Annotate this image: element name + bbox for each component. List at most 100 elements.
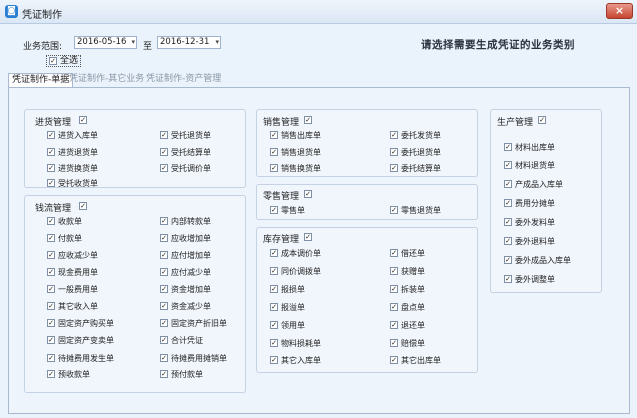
checkbox-icon: ✓	[160, 336, 168, 344]
group-checkbox[interactable]: ✓	[304, 233, 312, 241]
item-label: 物料损耗单	[281, 339, 321, 348]
group-checkbox[interactable]: ✓	[538, 116, 546, 124]
item-label: 资金减少单	[171, 302, 211, 311]
item-label: 报溢单	[281, 303, 305, 312]
item-label: 其它收入单	[58, 302, 98, 311]
group-title: 进货管理	[35, 118, 72, 128]
group-cash: 钱流管理 ✓ ✓ 收款单 ✓ 内部转款单 ✓ 付款单 ✓ 应收增加单 ✓ 应收减少单 ✓ 应…	[24, 195, 246, 393]
item-label: 盘点单	[401, 303, 425, 312]
tab-other-business[interactable]: 凭证制作-其它业务	[69, 73, 144, 87]
checkbox-icon: ✓	[504, 275, 512, 283]
start-date-picker[interactable]: 2016-05-16 ▾	[74, 36, 137, 49]
item-label: 收款单	[58, 217, 82, 226]
item-label: 内部转款单	[171, 217, 211, 226]
checkbox-icon: ✓	[504, 218, 512, 226]
item-label: 预付款单	[171, 370, 203, 379]
title-bar: ◙ 凭证制作 ×	[0, 0, 637, 24]
item-label: 产成品入库单	[515, 180, 563, 189]
group-checkbox[interactable]: ✓	[304, 116, 312, 124]
checkbox-icon: ✓	[160, 131, 168, 139]
checkbox-icon: ✓	[390, 164, 398, 172]
item-label: 进货退货单	[58, 148, 98, 157]
checkbox-icon: ✓	[47, 336, 55, 344]
checkbox-icon: ✓	[270, 285, 278, 293]
item-label: 零售退货单	[401, 206, 441, 215]
item-label: 应付增加单	[171, 251, 211, 260]
item-label: 材料退货单	[515, 161, 555, 170]
group-title: 库存管理	[263, 235, 300, 245]
group-production: 生产管理 ✓ ✓ 材料出库单 ✓ 材料退货单 ✓ 产成品入库单 ✓ 费用分摊单 ✓ 委外发…	[490, 109, 602, 293]
item-label: 销售出库单	[281, 131, 321, 140]
checkbox-icon: ✓	[270, 303, 278, 311]
item-label: 待摊费用摊销单	[171, 354, 227, 363]
checkbox-icon: ✓	[270, 356, 278, 364]
checkbox-icon: ✓	[504, 199, 512, 207]
checkbox-icon: ✓	[160, 285, 168, 293]
checkbox-icon: ✓	[160, 268, 168, 276]
checkbox-icon: ✓	[270, 321, 278, 329]
item-label: 应收增加单	[171, 234, 211, 243]
checkbox-icon: ✓	[47, 179, 55, 187]
item-label: 进货入库单	[58, 131, 98, 140]
checkbox-icon: ✓	[504, 180, 512, 188]
checkbox-icon: ✓	[390, 321, 398, 329]
item-label: 委托发货单	[401, 131, 441, 140]
group-checkbox[interactable]: ✓	[79, 116, 87, 124]
group-checkbox[interactable]: ✓	[79, 202, 87, 210]
item-label: 付款单	[58, 234, 82, 243]
checkbox-icon: ✓	[390, 339, 398, 347]
checkbox-icon: ✓	[390, 131, 398, 139]
item-label: 销售换货单	[281, 164, 321, 173]
checkbox-icon: ✓	[390, 249, 398, 257]
group-title: 钱流管理	[35, 204, 72, 214]
checkbox-icon: ✓	[270, 267, 278, 275]
item-label: 预收款单	[58, 370, 90, 379]
window-title: 凭证制作	[22, 10, 62, 21]
item-label: 应收减少单	[58, 251, 98, 260]
group-retail: 零售管理 ✓ ✓ 零售单 ✓ 零售退货单	[256, 184, 478, 220]
item-label: 委托退货单	[401, 148, 441, 157]
item-label: 其它出库单	[401, 356, 441, 365]
group-inventory: 库存管理 ✓ ✓ 成本调价单 ✓ 借还单 ✓ 同价调拨单 ✓ 获赠单 ✓ 报损单 ✓ 拆装单…	[256, 227, 478, 373]
item-label: 退还单	[401, 321, 425, 330]
item-label: 委托结算单	[401, 164, 441, 173]
checkbox-icon: ✓	[47, 131, 55, 139]
checkbox-icon: ✓	[47, 268, 55, 276]
end-date-picker[interactable]: 2016-12-31 ▾	[157, 36, 221, 49]
checkbox-icon: ✓	[504, 256, 512, 264]
end-date-value: 2016-12-31	[160, 37, 210, 47]
item-label: 其它入库单	[281, 356, 321, 365]
checkbox-icon: ✓	[160, 251, 168, 259]
item-label: 委外成品入库单	[515, 256, 571, 265]
tab-panel: 进货管理 ✓ ✓ 进货入库单 ✓ 受托退货单 ✓ 进货退货单 ✓ 受托结算单 ✓ 进货换货…	[8, 87, 630, 414]
checkbox-icon: ✓	[270, 131, 278, 139]
checkbox-icon: ✓	[160, 148, 168, 156]
range-to-label: 至	[143, 42, 153, 52]
item-label: 受托结算单	[171, 148, 211, 157]
group-checkbox[interactable]: ✓	[304, 190, 312, 198]
group-purchase: 进货管理 ✓ ✓ 进货入库单 ✓ 受托退货单 ✓ 进货退货单 ✓ 受托结算单 ✓ 进货换货…	[24, 109, 246, 188]
checkbox-icon: ✓	[504, 161, 512, 169]
item-label: 销售退货单	[281, 148, 321, 157]
checkbox-icon: ✓	[160, 319, 168, 327]
checkbox-icon: ✓	[47, 217, 55, 225]
checkbox-icon: ✓	[47, 164, 55, 172]
checkbox-icon: ✓	[47, 285, 55, 293]
tab-documents[interactable]: 凭证制作-单据	[8, 73, 74, 87]
item-label: 待摊费用发生单	[58, 354, 114, 363]
checkbox-icon: ✓	[47, 370, 55, 378]
item-label: 赔偿单	[401, 339, 425, 348]
checkbox-icon: ✓	[160, 354, 168, 362]
item-label: 领用单	[281, 321, 305, 330]
checkbox-icon: ✓	[160, 302, 168, 310]
close-button[interactable]: ×	[606, 3, 633, 19]
item-label: 固定资产变卖单	[58, 336, 114, 345]
item-label: 零售单	[281, 206, 305, 215]
checkbox-icon: ✓	[270, 148, 278, 156]
tab-asset-management[interactable]: 凭证制作-资产管理	[146, 73, 221, 87]
select-all-checkbox[interactable]: ✓ 全选	[46, 55, 82, 67]
item-label: 进货换货单	[58, 164, 98, 173]
checkbox-icon: ✓	[47, 319, 55, 327]
item-label: 同价调拨单	[281, 267, 321, 276]
group-title: 零售管理	[263, 192, 300, 202]
